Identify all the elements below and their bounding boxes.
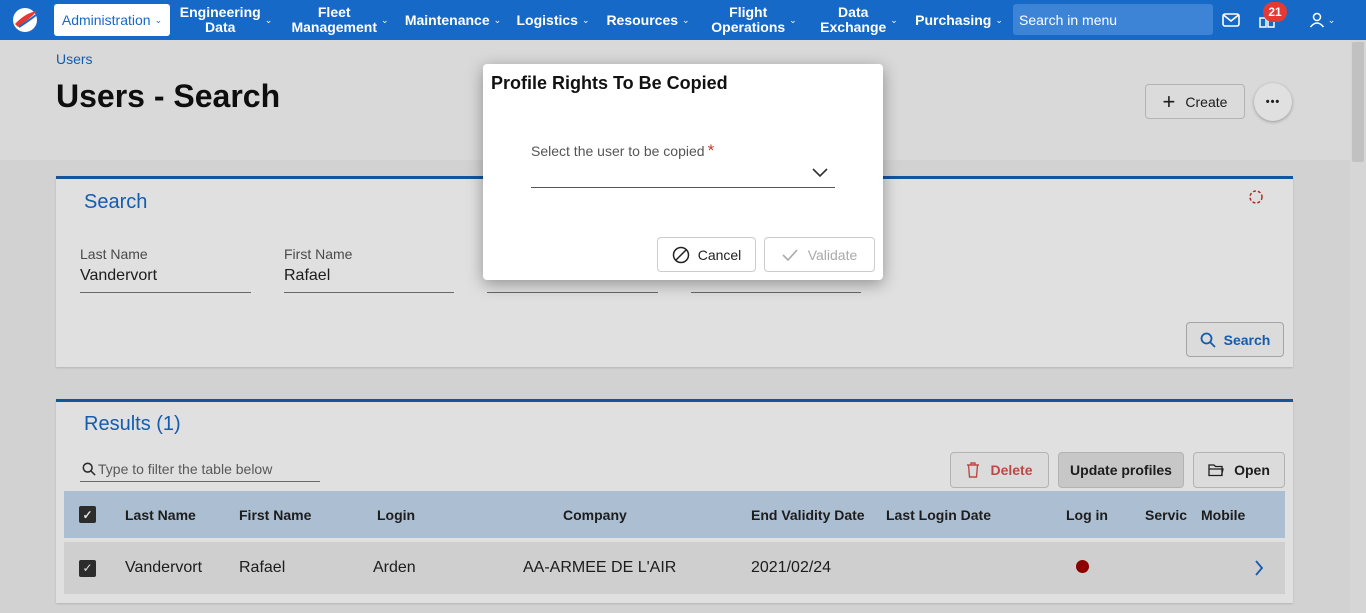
nav-data-exchange-line1: Data [838,4,869,20]
user-select-label: Select the user to be copied * [531,141,714,161]
nav-flight-operations[interactable]: Flight Operations ⌄ [709,0,799,40]
nav-purchasing[interactable]: Purchasing ⌄ [915,0,1003,40]
user-select-dropdown[interactable] [531,160,835,188]
chevron-down-icon: ⌄ [493,14,502,25]
nav-administration-label: Administration [61,12,151,28]
nav-resources[interactable]: Resources ⌄ [606,0,690,40]
cancel-button-label: Cancel [697,246,742,263]
menu-search-placeholder: Search in menu [1019,11,1118,28]
cancel-button[interactable]: Cancel [657,237,756,272]
nav-flight-operations-line1: Flight [729,4,768,20]
user-icon[interactable]: ⌄ [1305,8,1339,32]
chevron-down-icon: ⌄ [1327,14,1336,25]
nav-data-exchange-line2: Exchange [820,19,887,35]
nav-logistics[interactable]: Logistics ⌄ [516,0,590,40]
nav-flight-operations-line2: Operations [711,19,786,35]
nav-maintenance[interactable]: Maintenance ⌄ [404,0,502,40]
check-icon [782,248,798,261]
profile-rights-dialog: Profile Rights To Be Copied Select the u… [483,64,883,280]
validate-button-label: Validate [807,246,858,263]
required-marker: * [707,141,715,160]
nav-maintenance-label: Maintenance [404,11,490,28]
chevron-down-icon: ⌄ [682,14,690,25]
dialog-title: Profile Rights To Be Copied [491,73,728,93]
chevron-down-icon: ⌄ [381,14,389,25]
chevron-down-icon: ⌄ [890,14,898,25]
chevron-down-icon: ⌄ [995,14,1003,25]
chevron-down-icon: ⌄ [581,14,590,25]
top-navigation: Administration ⌄ Engineering Data ⌄ Fleet M… [0,0,1366,40]
nav-fleet-management-line2: Management [291,19,378,35]
nav-logistics-label: Logistics [516,11,578,28]
chevron-down-icon [812,168,828,178]
nav-purchasing-label: Purchasing [915,11,992,28]
chevron-down-icon: ⌄ [264,14,273,25]
nav-fleet-management[interactable]: Fleet Management ⌄ [291,0,389,40]
mail-icon[interactable] [1219,8,1243,32]
nav-engineering-data-line2: Data [205,19,236,35]
user-select-label-text: Select the user to be copied [531,143,705,159]
chevron-down-icon: ⌄ [789,14,797,25]
nav-engineering-data[interactable]: Engineering Data ⌄ [179,0,273,40]
nav-data-exchange[interactable]: Data Exchange ⌄ [818,0,900,40]
notification-badge: 21 [1263,2,1287,22]
nav-engineering-data-line1: Engineering [179,4,261,20]
menu-search-input[interactable]: Search in menu [1013,4,1213,35]
nav-resources-label: Resources [606,11,679,28]
nav-administration[interactable]: Administration ⌄ [54,4,170,36]
nav-fleet-management-line1: Fleet [317,4,351,20]
cancel-icon [672,246,689,263]
validate-button[interactable]: Validate [764,237,875,272]
logo-icon[interactable] [10,5,40,35]
chevron-down-icon: ⌄ [154,14,163,25]
